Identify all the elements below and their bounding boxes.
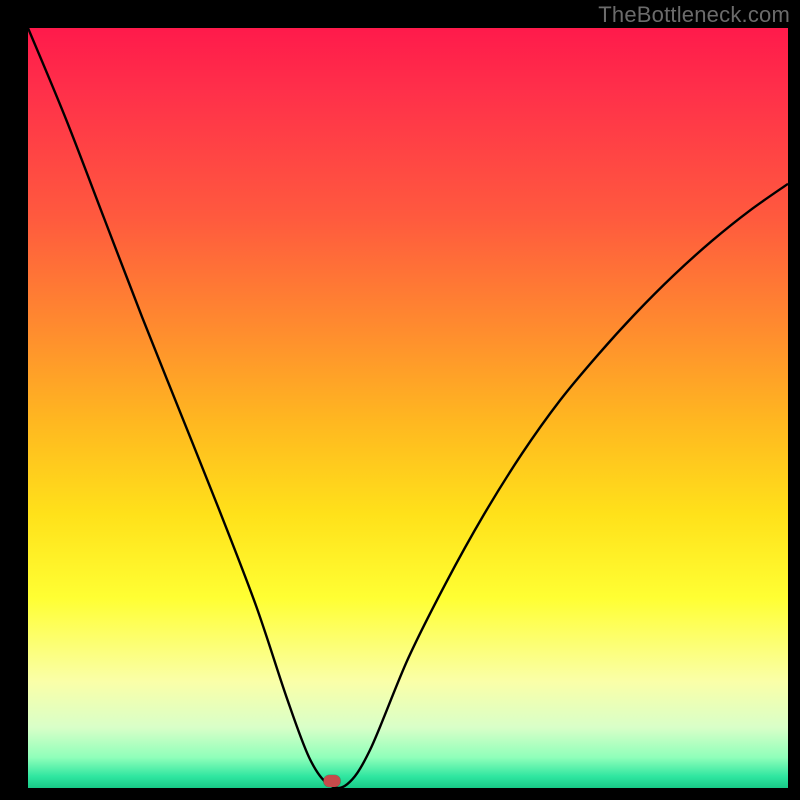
bottleneck-curve (28, 28, 788, 788)
chart-frame: TheBottleneck.com (0, 0, 800, 800)
watermark-text: TheBottleneck.com (598, 2, 790, 28)
min-marker (324, 775, 341, 787)
plot-area (28, 28, 788, 788)
